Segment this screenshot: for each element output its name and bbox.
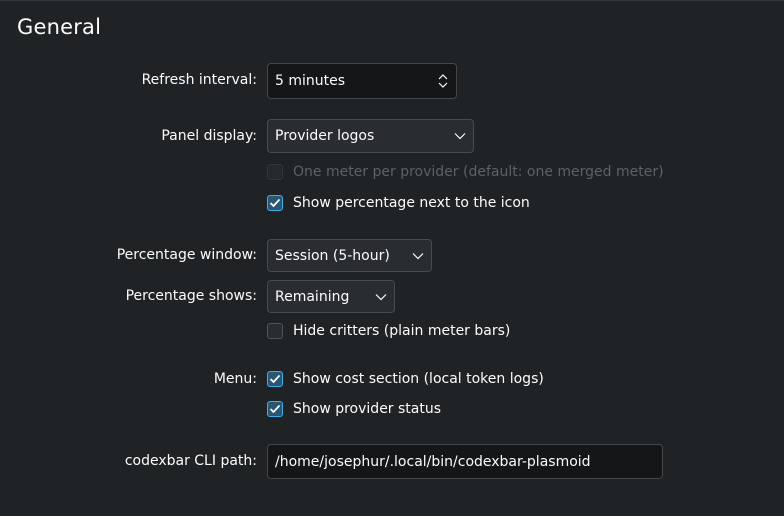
provider-status-checkbox[interactable] (267, 401, 283, 417)
percentage-shows-label: Percentage shows: (125, 288, 257, 304)
cost-section-checkbox-row[interactable]: Show cost section (local token logs) (267, 371, 544, 387)
refresh-interval-spinbox[interactable]: 5 minutes (267, 63, 457, 99)
provider-status-label: Show provider status (293, 401, 442, 417)
percentage-window-combobox[interactable]: Session (5-hour) (267, 239, 432, 272)
menu-label: Menu: (213, 371, 257, 387)
hide-critters-label: Hide critters (plain meter bars) (293, 323, 511, 339)
percentage-shows-value: Remaining (275, 288, 350, 305)
percentage-window-label: Percentage window: (116, 247, 257, 263)
checkmark-icon (269, 404, 281, 414)
one-meter-checkbox-row: One meter per provider (default: one mer… (267, 164, 664, 180)
provider-status-checkbox-row[interactable]: Show provider status (267, 401, 441, 417)
cost-section-checkbox[interactable] (267, 371, 283, 387)
checkmark-icon (269, 198, 281, 208)
cost-section-label: Show cost section (local token logs) (293, 371, 544, 387)
show-percentage-label: Show percentage next to the icon (293, 195, 530, 211)
settings-page: General Refresh interval: 5 minutes Pane… (0, 0, 784, 516)
refresh-interval-label: Refresh interval: (141, 72, 257, 88)
cli-path-label: codexbar CLI path: (124, 453, 257, 469)
panel-display-value: Provider logos (275, 128, 375, 144)
panel-display-combobox[interactable]: Provider logos (267, 119, 474, 153)
cli-path-input[interactable]: /home/josephur/.local/bin/codexbar-plasm… (267, 444, 663, 479)
chevron-down-icon (368, 293, 394, 301)
chevron-down-icon (405, 252, 431, 260)
section-title: General (17, 15, 102, 39)
chevron-down-icon (447, 132, 473, 140)
percentage-shows-combobox[interactable]: Remaining (267, 280, 395, 313)
percentage-window-value: Session (5-hour) (275, 247, 390, 264)
one-meter-label: One meter per provider (default: one mer… (293, 164, 664, 180)
one-meter-checkbox (267, 164, 283, 180)
hide-critters-checkbox[interactable] (267, 323, 283, 339)
panel-display-label: Panel display: (161, 128, 257, 144)
show-percentage-checkbox[interactable] (267, 195, 283, 211)
refresh-interval-value: 5 minutes (275, 73, 346, 89)
hide-critters-checkbox-row[interactable]: Hide critters (plain meter bars) (267, 323, 510, 339)
checkmark-icon (269, 374, 281, 384)
show-percentage-checkbox-row[interactable]: Show percentage next to the icon (267, 195, 530, 211)
spin-arrows-icon[interactable] (430, 71, 456, 91)
cli-path-value: /home/josephur/.local/bin/codexbar-plasm… (275, 453, 591, 470)
